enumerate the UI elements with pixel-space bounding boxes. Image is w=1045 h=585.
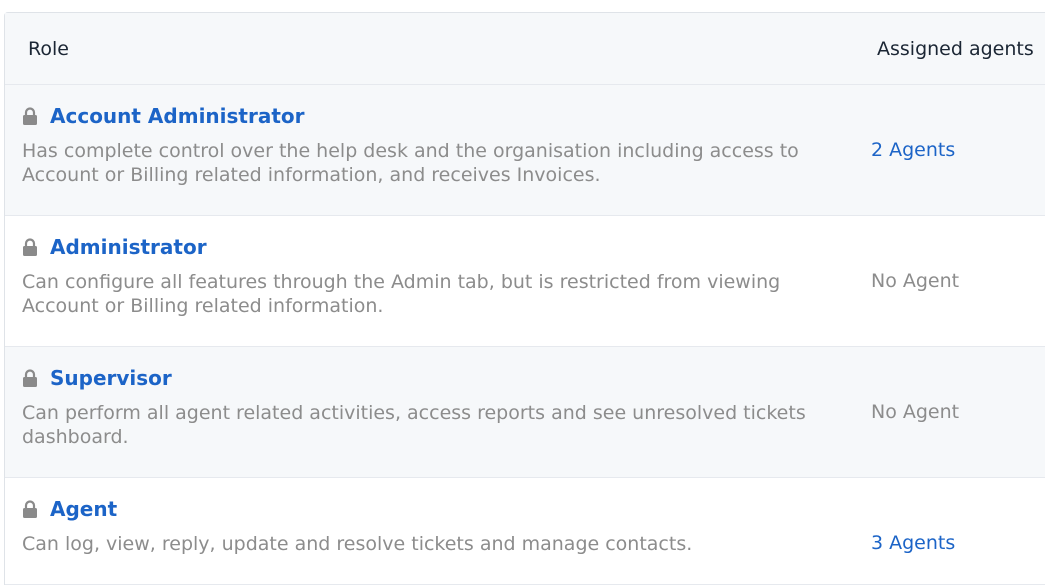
role-name-link[interactable]: Administrator xyxy=(50,235,207,259)
role-name-link[interactable]: Supervisor xyxy=(50,366,172,390)
assigned-agents-text: No Agent xyxy=(871,401,960,423)
lock-icon xyxy=(23,500,37,518)
column-header-role: Role xyxy=(28,38,69,60)
table-row-account-administrator: Account Administrator Has complete contr… xyxy=(5,85,1045,216)
role-description: Can perform all agent related activities… xyxy=(22,402,806,448)
table-row-agent: Agent Can log, view, reply, update and r… xyxy=(5,478,1045,585)
table-header: Role Assigned agents xyxy=(5,13,1045,85)
role-description: Can configure all features through the A… xyxy=(22,271,781,317)
role-description: Has complete control over the help desk … xyxy=(22,140,799,186)
lock-icon xyxy=(23,238,37,256)
lock-icon xyxy=(23,369,37,387)
roles-table: Role Assigned agents Account Administrat… xyxy=(4,12,1045,585)
column-header-assigned-agents: Assigned agents xyxy=(877,38,1034,60)
assigned-agents-link[interactable]: 3 Agents xyxy=(871,532,955,554)
assigned-agents-text: No Agent xyxy=(871,270,960,292)
lock-icon xyxy=(23,107,37,125)
role-description: Can log, view, reply, update and resolve… xyxy=(22,533,693,555)
role-name-link[interactable]: Agent xyxy=(50,497,117,521)
assigned-agents-link[interactable]: 2 Agents xyxy=(871,139,955,161)
table-row-supervisor: Supervisor Can perform all agent related… xyxy=(5,347,1045,478)
table-row-administrator: Administrator Can configure all features… xyxy=(5,216,1045,347)
role-name-link[interactable]: Account Administrator xyxy=(50,104,305,128)
